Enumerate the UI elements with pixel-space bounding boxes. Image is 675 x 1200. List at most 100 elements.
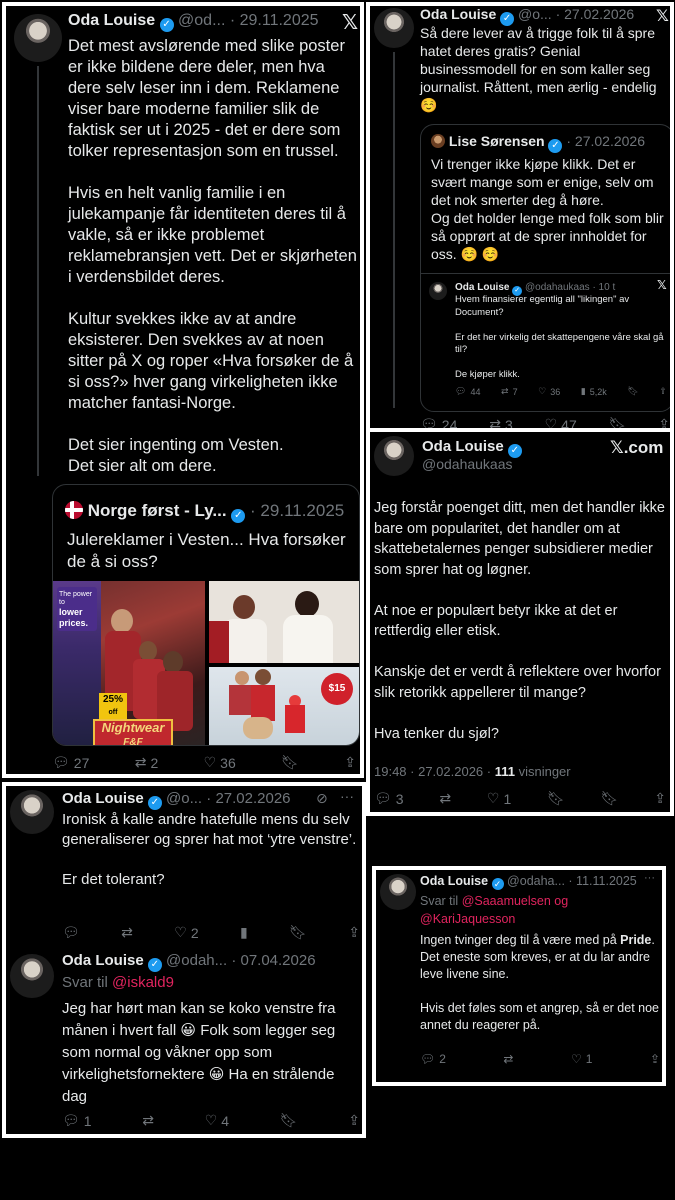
more-options-icon[interactable]: ···	[340, 788, 354, 804]
quote-date[interactable]: · 29.11.2025	[250, 501, 344, 520]
reply-icon: 💬︎	[62, 924, 80, 940]
author-handle[interactable]: @odahaukaas	[422, 456, 513, 472]
repost-button[interactable]: ⇄ 3	[489, 416, 513, 428]
quoted-tweet[interactable]: Lise Sørensen ✓ · 27.02.2026 Vi trenger …	[420, 124, 670, 412]
bookmark-button[interactable]: 🔖︎	[601, 790, 619, 807]
like-button[interactable]: ♡ 2	[174, 924, 198, 941]
views-button[interactable]: ▮ 5,2k	[581, 386, 607, 397]
norway-flag-icon	[65, 501, 83, 519]
author-handle[interactable]: @odahaukaas · 10 t	[525, 282, 615, 293]
bookmark-button[interactable]: 🔖︎	[627, 386, 638, 397]
bookmark-button[interactable]: 🔖︎	[547, 790, 565, 807]
post-date[interactable]: · 27.02.2026	[556, 6, 635, 22]
tweet-body: Jeg har hørt man kan se koko venstre fra…	[62, 1000, 340, 1105]
avatar[interactable]	[374, 8, 414, 48]
avatar[interactable]	[429, 282, 447, 300]
share-button[interactable]: ⇪	[650, 1052, 660, 1066]
reply-button[interactable]: 💬︎ 2	[420, 1052, 446, 1066]
nested-body: Hvem finansierer egentlig all "likingen"…	[455, 294, 664, 380]
x-logo-icon[interactable]: 𝕏	[342, 10, 358, 35]
reply-button[interactable]: 💬︎ 27	[52, 754, 89, 771]
repost-button[interactable]: ⇄ 2	[135, 754, 159, 771]
share-button[interactable]: ⇪	[348, 1112, 360, 1129]
quoted-tweet[interactable]: Norge først - Ly... ✓ · 29.11.2025 Juler…	[52, 484, 360, 746]
repost-button[interactable]: ⇄	[503, 1052, 513, 1066]
grok-icon[interactable]: ⊘	[316, 790, 328, 807]
repost-button[interactable]: ⇄	[142, 1112, 154, 1129]
reply-button[interactable]: 💬︎ 24	[420, 416, 457, 428]
author-name[interactable]: Oda Louise	[420, 874, 488, 888]
author-handle[interactable]: @o...	[518, 6, 552, 22]
share-button[interactable]: ⇪	[344, 754, 356, 771]
heart-icon: ♡	[204, 1112, 218, 1128]
ad-photo-family-pajamas[interactable]: The power to lower prices. 25% off Nightwe…	[53, 581, 205, 745]
quote-author-name[interactable]: Lise Sørensen	[449, 133, 545, 149]
author-name[interactable]: Oda Louise	[455, 282, 509, 293]
reply-button[interactable]: 💬︎ 44	[455, 386, 480, 397]
x-logo-icon[interactable]: 𝕏	[656, 6, 669, 26]
post-timestamp[interactable]: 19:48 · 27.02.2026 ·	[374, 764, 495, 779]
reply-icon: 💬︎	[420, 1052, 436, 1066]
like-button[interactable]: ♡ 4	[205, 1112, 229, 1129]
reply-button[interactable]: 💬︎	[62, 924, 80, 941]
tweet-panel-4: Oda Louise ✓ @o... · 27.02.2026 ⊘ ··· Ir…	[2, 782, 366, 1138]
like-button[interactable]: ♡ 36	[538, 386, 560, 397]
share-icon: ⇪	[654, 790, 666, 806]
avatar[interactable]	[10, 954, 54, 998]
author-handle[interactable]: @odaha...	[507, 874, 565, 888]
x-com-logo[interactable]: 𝕏.com	[610, 438, 663, 458]
tweet-body: Jeg forstår poenget ditt, men det handle…	[374, 500, 665, 742]
like-button[interactable]: ♡ 47	[545, 416, 577, 428]
bookmark-icon: 🔖︎	[547, 790, 565, 806]
share-button[interactable]: ⇪	[348, 924, 360, 941]
share-button[interactable]: ⇪	[659, 386, 667, 397]
share-button[interactable]: ⇪	[658, 416, 670, 428]
verified-badge-icon: ✓	[159, 18, 174, 32]
author-name[interactable]: Oda Louise	[422, 438, 504, 455]
avatar[interactable]	[14, 14, 62, 62]
bookmark-button[interactable]: 🔖︎	[289, 924, 307, 941]
views-button[interactable]: ▮	[240, 924, 248, 941]
author-name[interactable]: Oda Louise	[62, 790, 144, 807]
author-handle[interactable]: @od...	[178, 12, 225, 29]
share-button[interactable]: ⇪	[654, 790, 666, 807]
tweet-header: Oda Louise ✓ @od... · 29.11.2025	[68, 12, 319, 32]
author-name[interactable]: Oda Louise	[420, 6, 496, 22]
bookmark-button[interactable]: 🔖︎	[280, 1112, 298, 1129]
quote-author-name[interactable]: Norge først - Ly...	[88, 501, 227, 520]
avatar[interactable]	[431, 134, 445, 148]
post-date[interactable]: · 11.11.2025	[568, 874, 636, 888]
repost-button[interactable]: ⇄ 7	[501, 386, 518, 397]
avatar[interactable]	[380, 874, 416, 910]
author-handle[interactable]: @odah...	[166, 952, 227, 969]
ad-photo-family-white[interactable]	[209, 581, 359, 663]
reply-button[interactable]: 💬︎ 1	[62, 1112, 92, 1129]
reply-button[interactable]: 💬︎ 3	[374, 790, 404, 807]
reply-to-link[interactable]: @KariJaquesson	[420, 912, 515, 926]
post-date[interactable]: · 07.04.2026	[231, 952, 315, 969]
post-date[interactable]: · 29.11.2025	[230, 12, 319, 29]
reply-to-link[interactable]: @Saaamuelsen	[462, 894, 551, 908]
avatar[interactable]	[374, 436, 414, 476]
author-name[interactable]: Oda Louise	[68, 12, 155, 29]
bookmark-button[interactable]: 🔖︎	[609, 416, 627, 428]
repost-button[interactable]: ⇄	[439, 790, 451, 807]
quote-date[interactable]: · 27.02.2026	[566, 133, 645, 149]
like-button[interactable]: ♡ 36	[204, 754, 236, 771]
x-logo-icon[interactable]: 𝕏	[657, 278, 667, 292]
like-button[interactable]: ♡ 1	[487, 790, 511, 807]
post-date[interactable]: · 27.02.2026	[206, 790, 290, 807]
like-button[interactable]: ♡ 1	[571, 1052, 592, 1066]
repost-icon: ⇄	[142, 1112, 155, 1128]
repost-icon: ⇄	[503, 1052, 514, 1066]
ad-photo-family-winter[interactable]: $15	[209, 667, 359, 745]
reply-icon: 💬︎	[52, 754, 70, 770]
repost-button[interactable]: ⇄	[121, 924, 133, 941]
more-options-icon[interactable]: ···	[644, 872, 655, 884]
reply-to-link[interactable]: @iskald9	[112, 974, 174, 991]
avatar[interactable]	[10, 790, 54, 834]
author-handle[interactable]: @o...	[166, 790, 202, 807]
nested-tweet[interactable]: Oda Louise ✓ @odahaukaas · 10 t 𝕏 Hvem f…	[421, 273, 670, 411]
author-name[interactable]: Oda Louise	[62, 952, 144, 969]
bookmark-button[interactable]: 🔖︎	[281, 754, 299, 771]
